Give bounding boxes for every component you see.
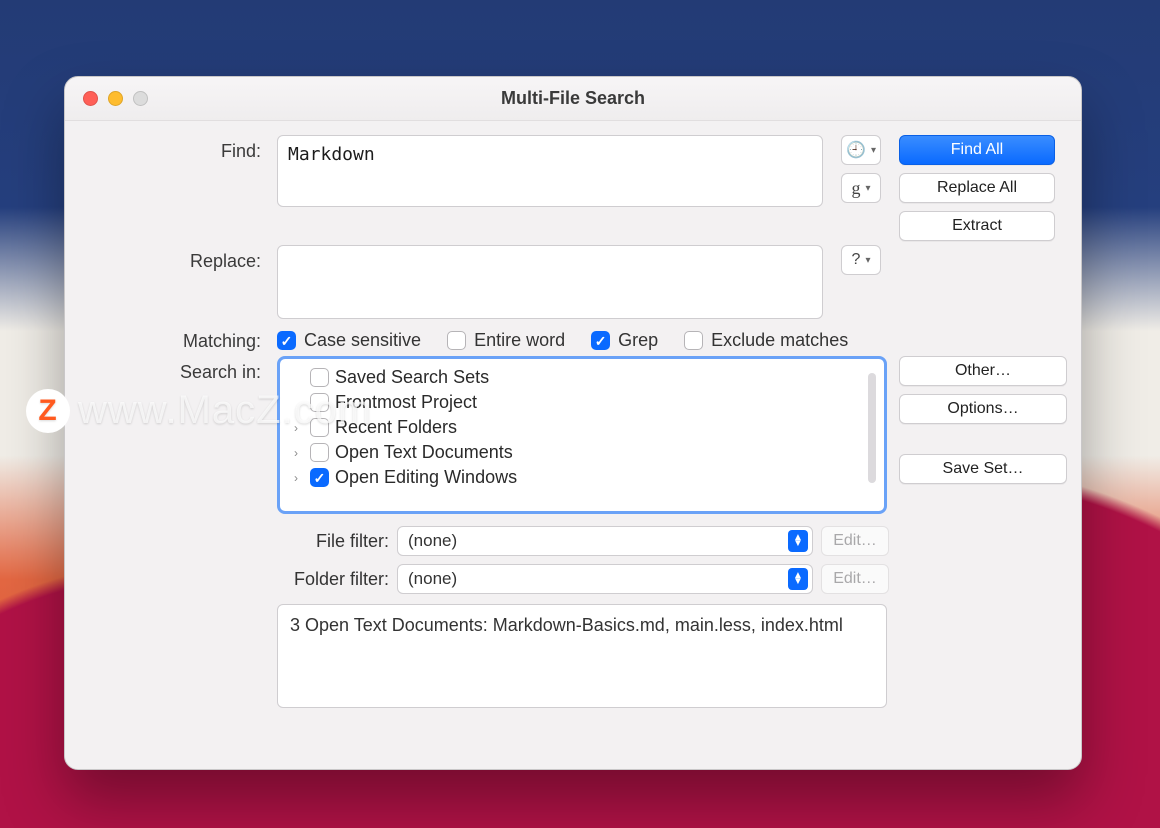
stepper-arrows-icon: ▲▼ bbox=[788, 568, 808, 590]
filters: File filter: (none) ▲▼ Edit… Folder filt… bbox=[277, 526, 889, 594]
checkbox-icon bbox=[591, 331, 610, 350]
replace-all-button[interactable]: Replace All bbox=[899, 173, 1055, 203]
window-title: Multi-File Search bbox=[501, 88, 645, 109]
find-label: Find: bbox=[87, 135, 267, 162]
close-button[interactable] bbox=[83, 91, 98, 106]
stepper-arrows-icon: ▲▼ bbox=[788, 530, 808, 552]
minimize-button[interactable] bbox=[108, 91, 123, 106]
list-item-label: Saved Search Sets bbox=[335, 367, 489, 388]
checkbox-icon bbox=[310, 443, 329, 462]
list-item[interactable]: Frontmost Project bbox=[290, 390, 880, 415]
list-item[interactable]: › Open Editing Windows bbox=[290, 465, 880, 490]
checkbox-icon bbox=[310, 368, 329, 387]
chevron-right-icon[interactable]: › bbox=[294, 446, 308, 460]
chevron-right-icon[interactable]: › bbox=[294, 421, 308, 435]
file-filter-label: File filter: bbox=[277, 531, 397, 552]
file-filter-select[interactable]: (none) ▲▼ bbox=[397, 526, 813, 556]
clock-icon: 🕘 bbox=[846, 140, 866, 160]
grep-pattern-menu[interactable]: g▾ bbox=[841, 173, 881, 203]
search-in-list[interactable]: Saved Search Sets Frontmost Project › Re… bbox=[277, 356, 887, 514]
grep-checkbox[interactable]: Grep bbox=[591, 330, 658, 351]
exclude-matches-checkbox[interactable]: Exclude matches bbox=[684, 330, 848, 351]
checkbox-icon bbox=[310, 468, 329, 487]
case-sensitive-label: Case sensitive bbox=[304, 330, 421, 351]
entire-word-checkbox[interactable]: Entire word bbox=[447, 330, 565, 351]
checkbox-icon bbox=[684, 331, 703, 350]
list-item-label: Open Text Documents bbox=[335, 442, 513, 463]
grep-label: Grep bbox=[618, 330, 658, 351]
folder-filter-label: Folder filter: bbox=[277, 569, 397, 590]
checkbox-icon bbox=[310, 393, 329, 412]
search-in-label: Search in: bbox=[87, 352, 267, 383]
folder-filter-value: (none) bbox=[408, 569, 457, 589]
matching-label: Matching: bbox=[87, 325, 267, 352]
options-button[interactable]: Options… bbox=[899, 394, 1067, 424]
list-item[interactable]: Saved Search Sets bbox=[290, 365, 880, 390]
chevron-down-icon: ▾ bbox=[865, 255, 870, 266]
scrollbar[interactable] bbox=[868, 373, 876, 483]
list-item-label: Frontmost Project bbox=[335, 392, 477, 413]
file-filter-value: (none) bbox=[408, 531, 457, 551]
list-item-label: Open Editing Windows bbox=[335, 467, 517, 488]
exclude-label: Exclude matches bbox=[711, 330, 848, 351]
titlebar: Multi-File Search bbox=[65, 77, 1081, 121]
checkbox-icon bbox=[447, 331, 466, 350]
checkbox-icon bbox=[310, 418, 329, 437]
search-summary: 3 Open Text Documents: Markdown-Basics.m… bbox=[277, 604, 887, 708]
replace-label: Replace: bbox=[87, 241, 267, 272]
replace-input[interactable] bbox=[277, 245, 823, 319]
help-menu[interactable]: ?▾ bbox=[841, 245, 881, 275]
file-filter-edit-button[interactable]: Edit… bbox=[821, 526, 889, 556]
chevron-right-icon[interactable]: › bbox=[294, 471, 308, 485]
question-icon: ? bbox=[852, 251, 861, 269]
chevron-down-icon: ▾ bbox=[865, 183, 870, 194]
window-content: Find: 🕘▾ g▾ Find All Replace All Extract… bbox=[65, 121, 1081, 769]
folder-filter-select[interactable]: (none) ▲▼ bbox=[397, 564, 813, 594]
find-input[interactable] bbox=[277, 135, 823, 207]
search-window: Multi-File Search Find: 🕘▾ g▾ Find All R… bbox=[64, 76, 1082, 770]
case-sensitive-checkbox[interactable]: Case sensitive bbox=[277, 330, 421, 351]
other-button[interactable]: Other… bbox=[899, 356, 1067, 386]
traffic-lights bbox=[83, 91, 148, 106]
g-glyph-icon: g bbox=[851, 178, 860, 199]
zoom-button[interactable] bbox=[133, 91, 148, 106]
list-item[interactable]: › Open Text Documents bbox=[290, 440, 880, 465]
save-set-button[interactable]: Save Set… bbox=[899, 454, 1067, 484]
chevron-down-icon: ▾ bbox=[871, 145, 876, 156]
history-menu[interactable]: 🕘▾ bbox=[841, 135, 881, 165]
list-item[interactable]: › Recent Folders bbox=[290, 415, 880, 440]
list-item-label: Recent Folders bbox=[335, 417, 457, 438]
extract-button[interactable]: Extract bbox=[899, 211, 1055, 241]
find-all-button[interactable]: Find All bbox=[899, 135, 1055, 165]
checkbox-icon bbox=[277, 331, 296, 350]
entire-word-label: Entire word bbox=[474, 330, 565, 351]
folder-filter-edit-button[interactable]: Edit… bbox=[821, 564, 889, 594]
